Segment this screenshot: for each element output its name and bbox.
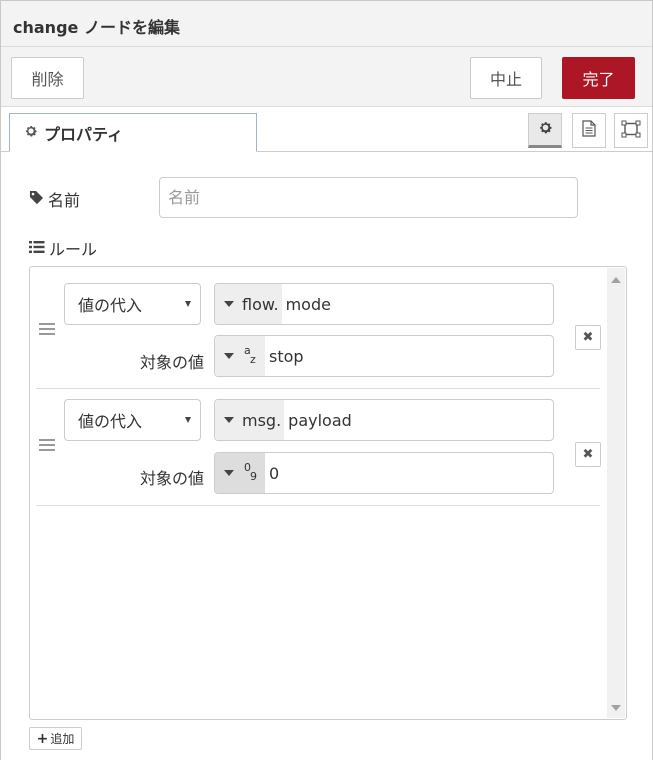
rule-action-value: 値の代入 (78, 412, 143, 431)
property-typed-input[interactable]: flow. mode (214, 283, 554, 325)
property-type-button[interactable]: flow. (215, 284, 282, 324)
add-rule-button[interactable]: + 追加 (29, 727, 82, 750)
frame-icon (621, 120, 641, 142)
caret-down-icon (224, 470, 234, 476)
target-value[interactable]: 0 (265, 453, 279, 493)
drag-handle-icon[interactable] (39, 439, 55, 451)
rules-label-text: ルール (49, 240, 98, 259)
property-type-label: flow. (242, 294, 279, 314)
tray-title: change ノードを編集 (13, 18, 180, 37)
delete-button[interactable]: 削除 (11, 57, 84, 99)
target-type-button[interactable]: 09 (215, 453, 265, 493)
gear-icon (24, 123, 38, 142)
gear-icon (538, 120, 553, 139)
target-value-label: 対象の値 (139, 469, 204, 488)
tab-icon-appearance[interactable] (614, 113, 648, 148)
name-label-text: 名前 (48, 191, 81, 210)
close-icon: ✖ (582, 447, 594, 462)
rules-label: ルール (29, 236, 97, 260)
rule-row: 値の代入 msg. payload 対象の値 09 0 ✖ (36, 389, 601, 506)
rule-action-select[interactable]: 値の代入 (64, 399, 201, 441)
rule-action-value: 値の代入 (78, 296, 143, 315)
document-icon (582, 120, 596, 141)
cancel-button[interactable]: 中止 (470, 57, 542, 99)
edit-tray: change ノードを編集 削除 中止 完了 プロパティ 名前 名前 ルール 値… (0, 0, 653, 760)
remove-rule-button[interactable]: ✖ (575, 442, 601, 467)
name-label: 名前 (29, 187, 80, 211)
target-value[interactable]: stop (265, 336, 304, 376)
caret-down-icon (185, 417, 191, 423)
plus-icon: + (36, 730, 49, 747)
rules-list[interactable]: 値の代入 flow. mode 対象の値 az stop ✖ 値の代入 msg.… (29, 266, 627, 720)
tab-bar: プロパティ (1, 108, 652, 152)
scroll-up-arrow-icon[interactable] (611, 277, 621, 283)
list-icon (29, 239, 49, 258)
target-value-label: 対象の値 (139, 353, 204, 372)
property-typed-input[interactable]: msg. payload (214, 399, 554, 441)
caret-down-icon (185, 301, 191, 307)
scroll-down-arrow-icon[interactable] (611, 705, 621, 711)
tray-header: change ノードを編集 (1, 1, 652, 47)
string-type-icon: az (244, 344, 256, 366)
tab-properties-label: プロパティ (44, 124, 124, 144)
tray-toolbar: 削除 中止 完了 (1, 47, 652, 107)
rule-row: 値の代入 flow. mode 対象の値 az stop ✖ (36, 272, 601, 389)
caret-down-icon (224, 417, 234, 423)
tag-icon (29, 190, 48, 209)
name-input[interactable] (159, 177, 578, 218)
drag-handle-icon[interactable] (39, 323, 55, 335)
add-rule-label: 追加 (50, 732, 75, 746)
rule-action-select[interactable]: 値の代入 (64, 283, 201, 325)
done-button[interactable]: 完了 (562, 57, 635, 99)
tab-icon-description[interactable] (572, 113, 606, 148)
tab-icon-gear[interactable] (528, 113, 562, 148)
rules-scrollbar[interactable] (607, 268, 625, 718)
close-icon: ✖ (582, 330, 594, 345)
caret-down-icon (224, 301, 234, 307)
target-typed-input[interactable]: az stop (214, 335, 554, 377)
property-value[interactable]: payload (284, 400, 352, 440)
number-type-icon: 09 (244, 461, 257, 483)
property-type-button[interactable]: msg. (215, 400, 285, 440)
target-type-button[interactable]: az (215, 336, 265, 376)
tab-properties[interactable]: プロパティ (9, 113, 257, 152)
remove-rule-button[interactable]: ✖ (575, 325, 601, 350)
property-value[interactable]: mode (282, 284, 331, 324)
property-type-label: msg. (242, 410, 282, 430)
target-typed-input[interactable]: 09 0 (214, 452, 554, 494)
caret-down-icon (224, 353, 234, 359)
